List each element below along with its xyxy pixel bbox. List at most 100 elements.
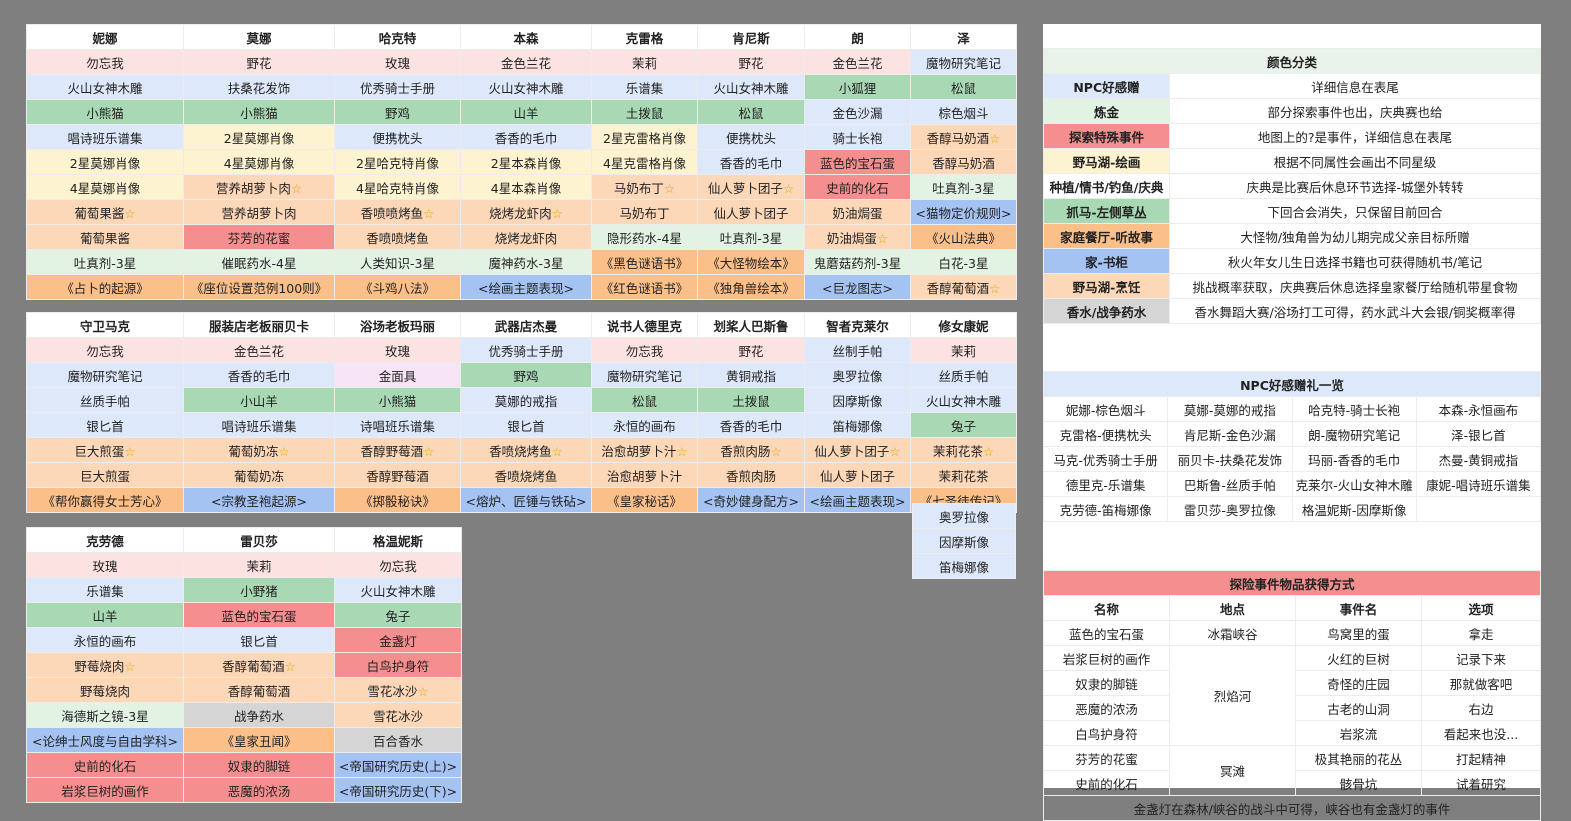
gift-cell-text: 史前的化石: [826, 180, 889, 196]
gift-cell: 勿忘我: [591, 337, 698, 363]
table-row: 岩浆巨树的画作 烈焰河 火红的巨树 记录下来: [1043, 645, 1541, 746]
gift-cell: 火山女神木雕: [910, 387, 1017, 413]
legend-category: 种植/情书/钓鱼/庆典: [1043, 173, 1170, 199]
legend-description: 庆典是比赛后休息环节选择-城堡外转转: [1169, 173, 1541, 199]
gift-table-town-npcs: 守卫马克 服装店老板丽贝卡 浴场老板玛丽 武器店杰曼 说书人德里克 划桨人巴斯鲁 智者克莱尔…: [26, 312, 1017, 513]
gift-cell-text: 香喷喷烤鱼: [360, 205, 424, 221]
npc-gift-cell: 杰曼-黄铜戒指: [1415, 446, 1542, 472]
npc-gift-cell-text: 康妮-唱诗班乐谱集: [1426, 477, 1531, 493]
gift-cell: 因摩斯像: [912, 528, 1016, 554]
event-location: 冰霜峡谷: [1169, 620, 1296, 646]
gift-cell-text: 火山女神木雕: [488, 80, 564, 96]
gift-cell-text: 《掷骰秘诀》: [359, 493, 435, 509]
legend-description-text: 大怪物/独角兽为幼儿期完成父亲目标所赠: [1240, 229, 1470, 245]
gift-table-town-npcs-extra: 奥罗拉像 因摩斯像 笛梅娜像: [912, 503, 1016, 579]
legend-row: 炼金 部分探索事件也出，庆典赛也给: [1043, 98, 1541, 124]
event-column-header-text: 地点: [1219, 601, 1245, 617]
gift-cell: 玫瑰: [334, 49, 461, 75]
gift-cell-text: 火山女神木雕: [67, 80, 143, 96]
event-option-text: 看起来也没...: [1443, 726, 1519, 742]
gift-cell-text: 奶油焗蛋: [826, 230, 877, 246]
legend-description-text: 庆典是比赛后休息环节选择-城堡外转转: [1246, 179, 1464, 195]
npc-gift-cell: 康妮-唱诗班乐谱集: [1415, 471, 1542, 497]
gift-cell: 蓝色的宝石蛋: [804, 149, 911, 175]
gift-cell-text: 葡萄奶冻: [228, 443, 279, 459]
gift-cell-text: 野花: [738, 343, 764, 359]
gift-cell-text: 治愈胡萝卜汁: [606, 468, 682, 484]
gift-cell: 恶魔的浓汤: [183, 777, 335, 803]
npc-gift-cell-text: 肯尼斯-金色沙漏: [1183, 427, 1276, 443]
npc-header: 泽: [910, 24, 1017, 50]
gift-cell-text: 兔子: [385, 608, 411, 624]
gift-cell: 野花: [697, 49, 805, 75]
gift-cell: 香香的毛巾: [697, 149, 805, 175]
gift-cell-text: <绘画主题表现>: [478, 280, 574, 296]
gift-cell: 仙人萝卜团子: [697, 199, 805, 225]
event-option-text: 拿走: [1468, 626, 1494, 642]
npc-header: 划桨人巴斯鲁: [697, 312, 805, 338]
event-item-name: 奴隶的脚链: [1043, 670, 1170, 696]
legend-category: 抓马-左侧草丛: [1043, 198, 1170, 224]
gift-cell: 隐形药水-4星: [591, 224, 698, 250]
gift-cell-text: 松鼠: [738, 105, 764, 121]
gift-cell: 野莓烧肉: [26, 677, 184, 703]
gift-cell: 海德斯之镜-3星: [26, 702, 184, 728]
table-row: 火山女神木雕 扶桑花发饰 优秀骑士手册 火山女神木雕 乐谱集 火山女神木雕 小狐狸 松鼠: [26, 74, 1017, 100]
gift-cell: 香醇野莓酒☆: [334, 437, 461, 463]
table-row: 吐真剂-3星 催眠药水-4星 人类知识-3星 魔神药水-3星 《黑色谜语书》 《大怪物绘本…: [26, 249, 1017, 275]
legend-description-text: 详细信息在表尾: [1311, 79, 1399, 95]
legend-row: 抓马-左侧草丛 下回合会消失，只保留目前回合: [1043, 198, 1541, 224]
legend-category-text: 家庭餐厅-听故事: [1060, 229, 1153, 245]
gift-cell: 小山羊: [183, 387, 335, 413]
gift-cell: 仙人萝卜团子: [804, 462, 911, 488]
event-name: 奇怪的庄园: [1295, 670, 1422, 696]
npc-gift-cell: 丽贝卡-扶桑花发饰: [1167, 446, 1293, 472]
event-option-text: 右边: [1468, 701, 1494, 717]
table-row: 4星莫娜肖像 营养胡萝卜肉☆ 4星哈克特肖像 4星本森肖像 马奶布丁☆ 仙人萝卜团子☆ 史前…: [26, 174, 1017, 200]
gift-cell-text: 鬼蘑菇药剂-3星: [813, 255, 902, 271]
gift-cell-text: 因摩斯像: [938, 534, 989, 550]
gift-cell: 2星克雷格肖像: [591, 124, 698, 150]
legend-row: NPC好感赠 详细信息在表尾: [1043, 73, 1541, 99]
npc-gift-cell-text: 丽贝卡-扶桑花发饰: [1177, 452, 1283, 468]
event-option: 记录下来: [1421, 645, 1541, 671]
npc-header: 本森: [460, 24, 592, 50]
gift-cell-text: 4星莫娜肖像: [69, 180, 141, 196]
gift-cell-text: 金盏灯: [379, 633, 417, 649]
event-location-text: 冰霜峡谷: [1207, 626, 1258, 642]
table-row: 因摩斯像: [912, 528, 1016, 554]
gift-cell-text: 4星本森肖像: [490, 180, 562, 196]
gift-cell-text: 2星莫娜肖像: [69, 155, 141, 171]
event-option: 看起来也没...: [1421, 720, 1541, 746]
gift-cell: 小熊猫: [334, 387, 461, 413]
gift-cell-text: 小熊猫: [378, 393, 417, 409]
gift-cell: 奥罗拉像: [804, 362, 911, 388]
gift-cell-text: 小熊猫: [86, 105, 124, 121]
gift-cell-text: 野鸡: [513, 368, 539, 384]
gift-cell: 仙人萝卜团子☆: [804, 437, 911, 463]
npc-gift-cell-text: 朗-魔物研究笔记: [1308, 427, 1401, 443]
event-item-name-text: 奴隶的脚链: [1075, 676, 1138, 692]
gift-cell: 《座位设置范例100则》: [183, 274, 335, 300]
npc-header-text: 朗: [851, 30, 864, 46]
table-row: 葡萄果酱☆ 营养胡萝卜肉 香喷喷烤鱼☆ 烧烤龙虾肉☆ 马奶布丁 仙人萝卜团子 奶油焗蛋 <猫物…: [26, 199, 1017, 225]
table-row: 永恒的画布 银匕首 金盏灯: [26, 627, 462, 653]
gift-cell-text: 仙人萝卜团子: [819, 468, 895, 484]
gift-cell: 百合香水: [334, 727, 462, 753]
gift-cell-text: 诗唱班乐谱集: [359, 418, 435, 434]
npc-header-text: 本森: [513, 30, 539, 46]
event-item-name-text: 恶魔的浓汤: [1075, 701, 1138, 717]
gift-cell-text: 金色沙漏: [832, 105, 883, 121]
npc-gifts-table: NPC好感赠礼一览 妮娜-棕色烟斗 莫娜-莫娜的戒指 哈克特-骑士长袍 本森-永恒画布…: [1042, 371, 1542, 522]
table-row: 巨大煎蛋☆ 葡萄奶冻☆ 香醇野莓酒☆ 香喷烧烤鱼☆ 治愈胡萝卜汁☆ 香煎肉肠☆ 仙人萝卜团子…: [26, 437, 1017, 463]
gift-cell: 烧烤龙虾肉: [460, 224, 592, 250]
gift-cell-text: 香喷喷烤鱼: [366, 230, 429, 246]
event-name-text: 极其艳丽的花丛: [1314, 751, 1403, 767]
gift-cell: 银匕首: [26, 412, 184, 438]
gift-cell: 勿忘我: [26, 337, 184, 363]
gift-cell: 香香的毛巾: [183, 362, 335, 388]
gift-cell: 金色沙漏: [804, 99, 911, 125]
color-legend-table: 颜色分类 NPC好感赠 详细信息在表尾 炼金 部分探索事件也出，庆典赛也给 探索特殊事件…: [1043, 48, 1541, 324]
gift-cell-text: 战争药水: [233, 708, 284, 724]
npc-header: 哈克特: [334, 24, 461, 50]
